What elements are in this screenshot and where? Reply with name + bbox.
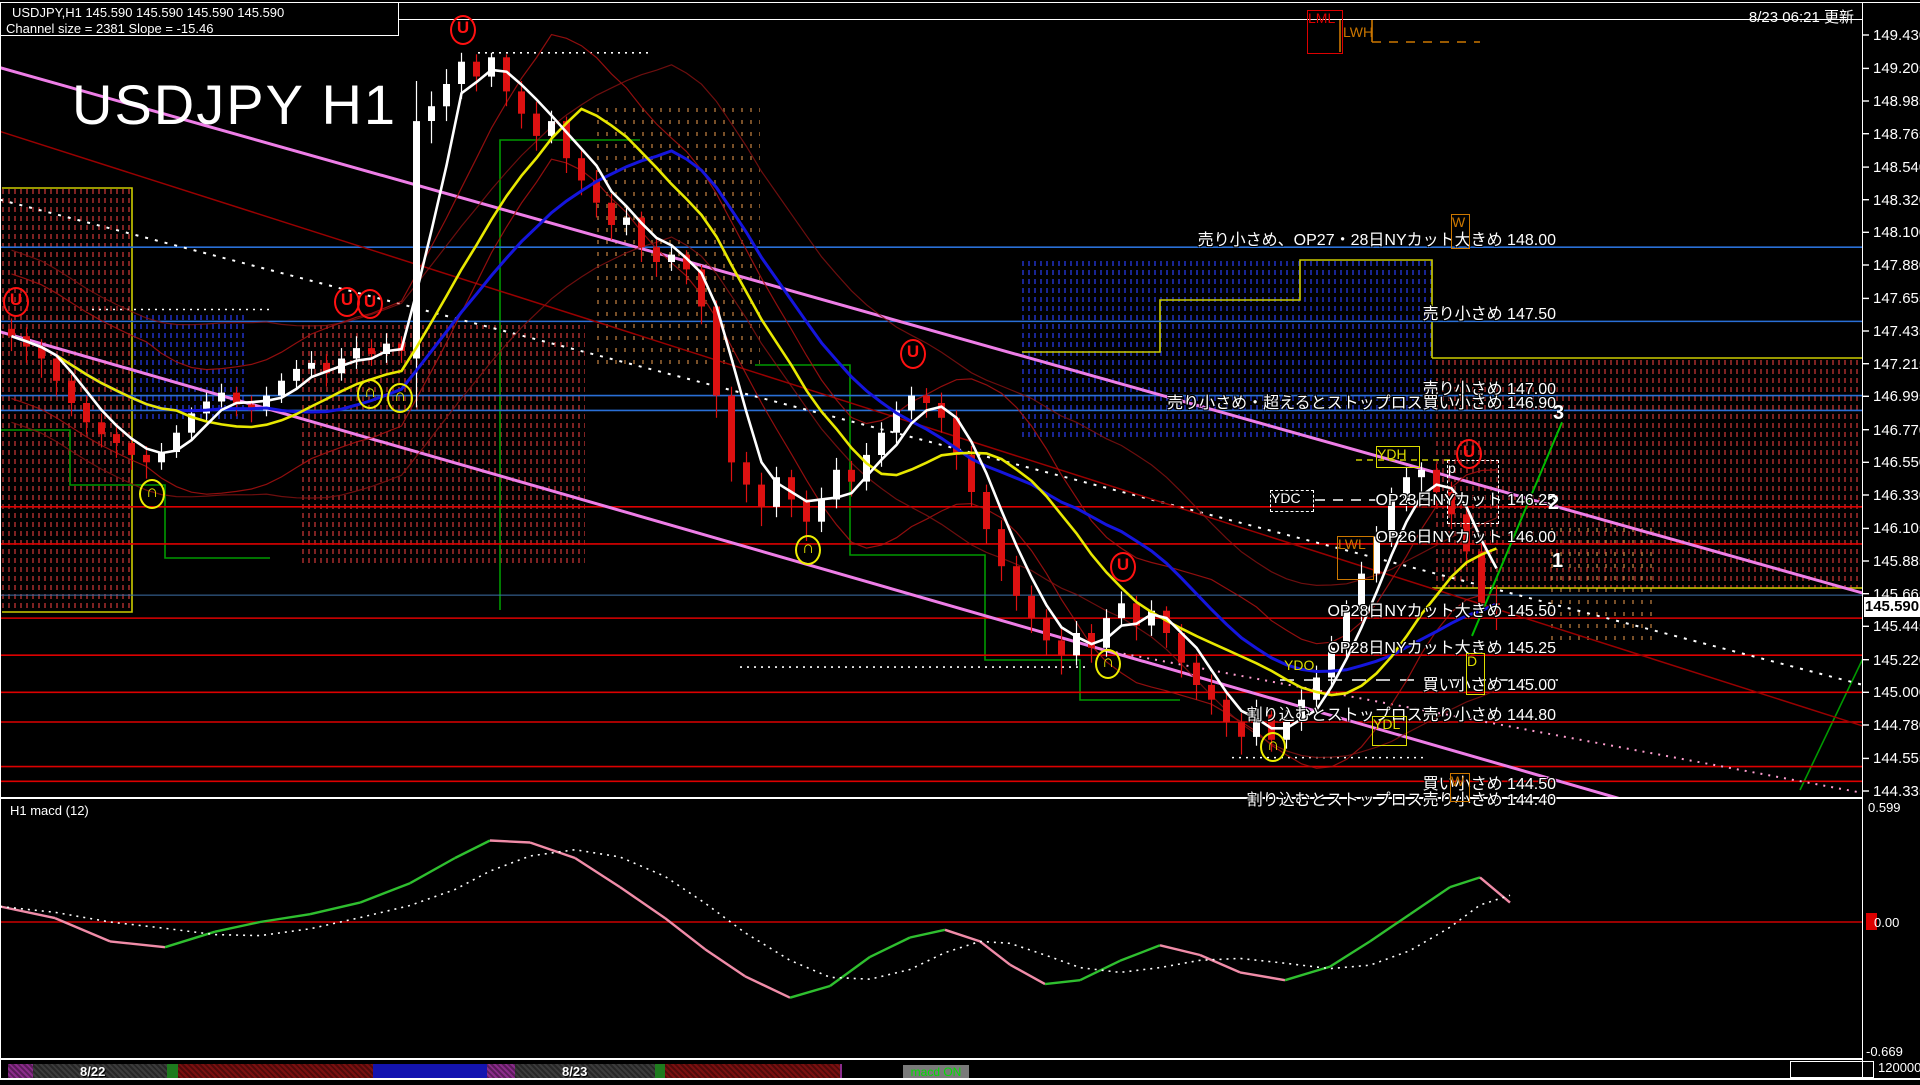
chart-box-p[interactable]: p (1447, 460, 1499, 524)
buy-signal-icon: ∩ (1260, 732, 1286, 762)
price-axis-label: 146.105 (1873, 520, 1920, 537)
price-axis-label: 144.780 (1873, 717, 1920, 734)
price-axis-label: 144.335 (1873, 783, 1920, 800)
chart-box-d[interactable]: D (1466, 653, 1485, 695)
price-axis-label: 146.550 (1873, 454, 1920, 471)
session-date-label: 8/23 (562, 1064, 587, 1079)
price-axis-label: 149.205 (1873, 60, 1920, 77)
price-axis-label: 145.885 (1873, 553, 1920, 570)
chart-window: { "meta": { "symbol_line": "USDJPY,H1 14… (0, 0, 1920, 1080)
info-box-border-right (398, 2, 399, 36)
chart-box-w[interactable]: W (1450, 773, 1470, 802)
chart-label-lwh: LWH (1343, 25, 1373, 40)
updated-timestamp: 8/23 06:21 更新 (1749, 6, 1854, 27)
price-axis-label: 149.430 (1873, 27, 1920, 44)
window-left-border (0, 2, 1, 1079)
price-axis-label: 148.540 (1873, 159, 1920, 176)
price-axis-border[interactable] (1862, 2, 1863, 1079)
sell-signal-icon: U (1110, 552, 1136, 582)
wave-number-2: 2 (1548, 492, 1559, 515)
macd-toggle-button[interactable]: macd ON (903, 1065, 969, 1079)
sell-signal-icon: U (900, 339, 926, 369)
level-annotation: 割り込むとストップロス売り小さめ 144.80 (916, 701, 1556, 725)
level-annotation: OP28日NYカット大きめ 145.50 (916, 597, 1556, 621)
session-bar-segment (178, 1064, 373, 1078)
session-bar-segment (167, 1064, 178, 1078)
wave-number-3: 3 (1553, 402, 1564, 425)
price-axis-label: 148.320 (1873, 192, 1920, 209)
chart-box-lml[interactable]: LML (1307, 10, 1343, 54)
watermark-title: USDJPY H1 (72, 72, 397, 137)
chart-box-ydc[interactable]: YDC (1270, 490, 1314, 512)
level-annotation: 売り小さめ 147.50 (916, 300, 1556, 324)
price-axis-label: 147.215 (1873, 356, 1920, 373)
price-axis-label: 145.220 (1873, 652, 1920, 669)
wave-number-1: 1 (1552, 550, 1563, 573)
sell-signal-icon: U (1456, 439, 1482, 469)
session-date-label: 8/22 (80, 1064, 105, 1079)
chart-top-border (398, 19, 1862, 20)
session-bar-segment (655, 1064, 665, 1078)
price-axis-label: 146.330 (1873, 487, 1920, 504)
chart-box-w[interactable]: W (1451, 214, 1470, 249)
session-bar-segment (665, 1064, 840, 1078)
chart-label-ydo: YDO (1284, 658, 1314, 673)
level-annotation: OP26日NYカット 146.00 (916, 523, 1556, 547)
macd-panel-label: H1 macd (12) (10, 803, 89, 818)
level-annotation: 買い小さめ 145.00 (916, 671, 1556, 695)
session-bar-segment (373, 1064, 487, 1078)
price-axis-label: 145.445 (1873, 618, 1920, 635)
level-annotation: OP28日NYカット大きめ 145.25 (916, 634, 1556, 658)
buy-signal-icon: ∩ (357, 379, 383, 409)
buy-signal-icon: ∩ (1095, 649, 1121, 679)
sell-signal-icon: U (3, 287, 29, 317)
buy-signal-icon: ∩ (795, 535, 821, 565)
price-axis-label: 148.100 (1873, 224, 1920, 241)
macd-layer (0, 841, 1862, 998)
timebar-separator (0, 1058, 1862, 1060)
chart-box-ydl[interactable]: YDL (1372, 716, 1407, 746)
session-bar-segment (8, 1064, 33, 1078)
price-axis-label: 145.665 (1873, 586, 1920, 603)
price-axis-label: 147.880 (1873, 257, 1920, 274)
price-axis-label: 147.655 (1873, 290, 1920, 307)
session-bar-segment (840, 1064, 842, 1078)
chart-box-lwl[interactable]: LWL (1337, 536, 1374, 580)
price-axis-label: 148.985 (1873, 93, 1920, 110)
channel-info-line: Channel size = 2381 Slope = -15.46 (6, 21, 213, 36)
macd-min-label: -0.669 (1866, 1044, 1903, 1059)
session-bar-segment (487, 1064, 515, 1078)
macd-max-label: 0.599 (1868, 800, 1901, 815)
price-axis-label: 145.000 (1873, 684, 1920, 701)
level-annotation: 売り小さめ・超えるとストップロス買い小さめ 146.90 (916, 389, 1556, 413)
info-box-border (0, 35, 398, 36)
price-axis-label: 148.765 (1873, 126, 1920, 143)
price-axis-label: 146.995 (1873, 388, 1920, 405)
buy-signal-icon: ∩ (387, 383, 413, 413)
macd-zero-label: 0.00 (1874, 915, 1899, 930)
chart-box-ydh[interactable]: YDH (1376, 446, 1420, 468)
symbol-info-line: USDJPY,H1 145.590 145.590 145.590 145.59… (12, 5, 284, 20)
buy-signal-icon: ∩ (139, 479, 165, 509)
sell-signal-icon: U (357, 289, 383, 319)
volume-label: 120000 (1878, 1060, 1920, 1075)
price-axis-label: 146.770 (1873, 422, 1920, 439)
sell-signal-icon: U (450, 15, 476, 45)
window-top-border (0, 2, 1920, 3)
price-axis-label: 144.555 (1873, 750, 1920, 767)
price-axis-label: 147.435 (1873, 323, 1920, 340)
